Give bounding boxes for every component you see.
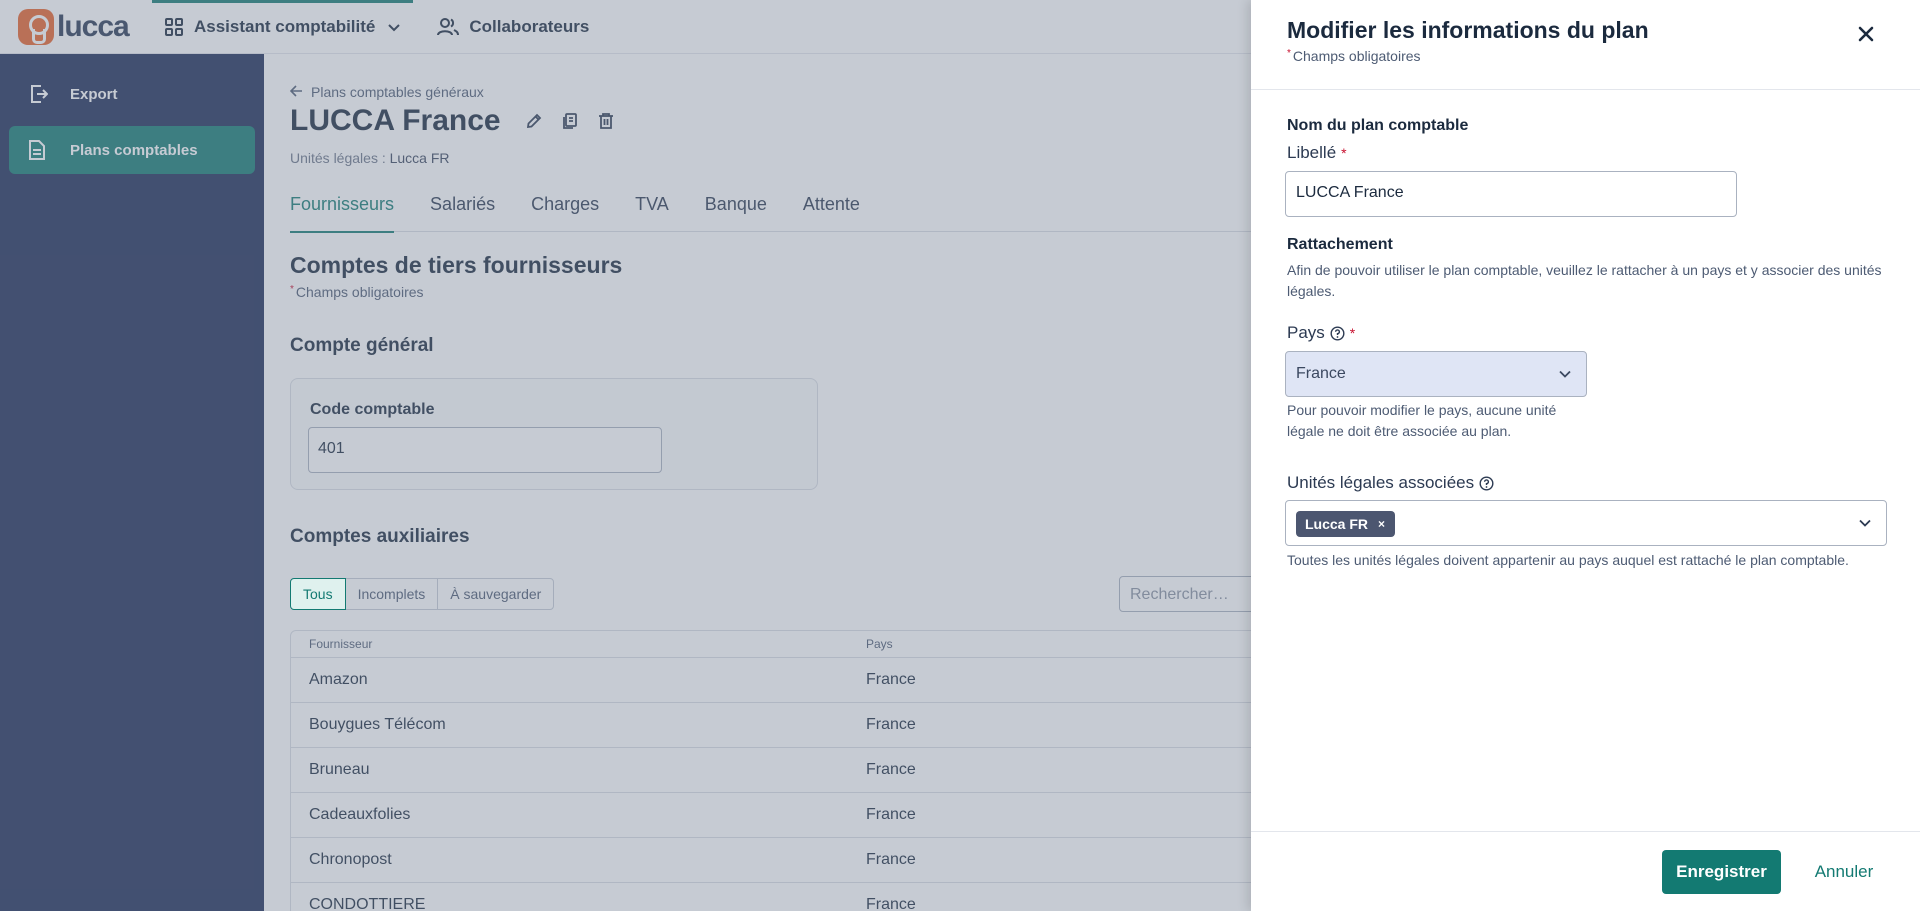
panel-footer: Enregistrer Annuler [1251,831,1920,911]
chevron-down-icon[interactable] [1858,516,1872,535]
label-input[interactable]: LUCCA France [1285,171,1737,217]
legal-unit-chip: Lucca FR × [1296,511,1396,537]
country-field-text: Pays [1287,323,1325,342]
legal-units-field-label: Unités légales associées [1287,473,1494,493]
plan-name-section-title: Nom du plan comptable [1287,117,1469,134]
attachment-section-title: Rattachement [1287,236,1393,253]
help-circle-icon[interactable] [1330,325,1345,341]
chip-remove-icon[interactable]: × [1378,517,1385,531]
panel-required-text: Champs obligatoires [1292,48,1421,64]
panel-header: Modifier les informations du plan * Champ… [1251,0,1920,90]
panel-required-note: * Champs obligatoires [1287,48,1421,64]
cancel-button[interactable]: Annuler [1801,850,1887,894]
edit-plan-panel: Modifier les informations du plan * Champ… [1251,0,1920,911]
chevron-down-icon [1558,367,1572,386]
attachment-description: Afin de pouvoir utiliser le plan comptab… [1287,262,1882,299]
label-field-text: Libellé [1287,143,1337,162]
required-star: * [1349,325,1356,341]
panel-title: Modifier les informations du plan [1287,17,1649,43]
chip-label: Lucca FR [1305,516,1369,532]
filter-all[interactable]: Tous [290,578,346,610]
save-button[interactable]: Enregistrer [1662,850,1781,894]
country-hint: Pour pouvoir modifier le pays, aucune un… [1287,402,1557,439]
country-select[interactable]: France [1285,351,1587,397]
legal-units-multiselect[interactable]: Lucca FR × [1285,500,1887,546]
help-circle-icon[interactable] [1479,475,1494,491]
close-icon [1858,26,1874,42]
country-select-value: France [1296,365,1346,382]
legal-units-hint: Toutes les unités légales doivent appart… [1287,552,1849,568]
required-star: * [1287,48,1291,59]
required-star: * [1341,145,1347,161]
label-field-label: Libellé * [1287,143,1347,163]
close-button[interactable] [1852,20,1880,48]
country-field-label: Pays * [1287,323,1355,343]
legal-units-field-text: Unités légales associées [1287,473,1475,492]
